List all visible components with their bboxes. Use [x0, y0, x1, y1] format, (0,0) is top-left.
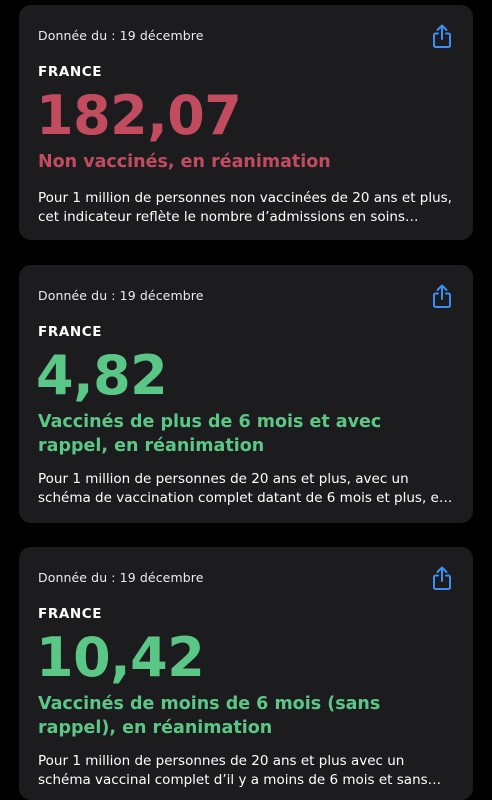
indicator-title: Vaccinés de plus de 6 mois et avec rappe… [38, 412, 382, 456]
share-icon [433, 284, 451, 308]
indicator-card[interactable]: Donnée du : 19 décembre FRANCE 4,82 Vacc… [19, 265, 473, 523]
indicator-description: Pour 1 million de personnes de 20 ans et… [38, 753, 428, 788]
data-date: Donnée du : 19 décembre [38, 28, 204, 43]
indicator-description: Pour 1 million de personnes de 20 ans et… [38, 471, 445, 506]
region-label: FRANCE [38, 324, 103, 340]
region-label: FRANCE [38, 64, 103, 80]
indicator-card[interactable]: Donnée du : 19 décembre FRANCE 182,07 No… [19, 5, 473, 240]
indicator-value: 182,07 [36, 84, 242, 147]
region-label: FRANCE [38, 606, 103, 622]
share-button[interactable] [430, 23, 454, 49]
share-icon [433, 566, 451, 590]
indicator-title: Non vaccinés, en réanimation [38, 152, 331, 172]
data-date: Donnée du : 19 décembre [38, 570, 204, 585]
share-button[interactable] [430, 283, 454, 309]
share-icon [433, 24, 451, 48]
indicator-value: 10,42 [36, 626, 205, 689]
indicator-title: Vaccinés de moins de 6 mois (sans rappel… [38, 694, 381, 738]
indicator-value: 4,82 [36, 344, 168, 407]
data-date: Donnée du : 19 décembre [38, 288, 204, 303]
share-button[interactable] [430, 565, 454, 591]
indicator-card[interactable]: Donnée du : 19 décembre FRANCE 10,42 Vac… [19, 547, 473, 800]
indicator-description: Pour 1 million de personnes non vaccinée… [38, 190, 452, 225]
